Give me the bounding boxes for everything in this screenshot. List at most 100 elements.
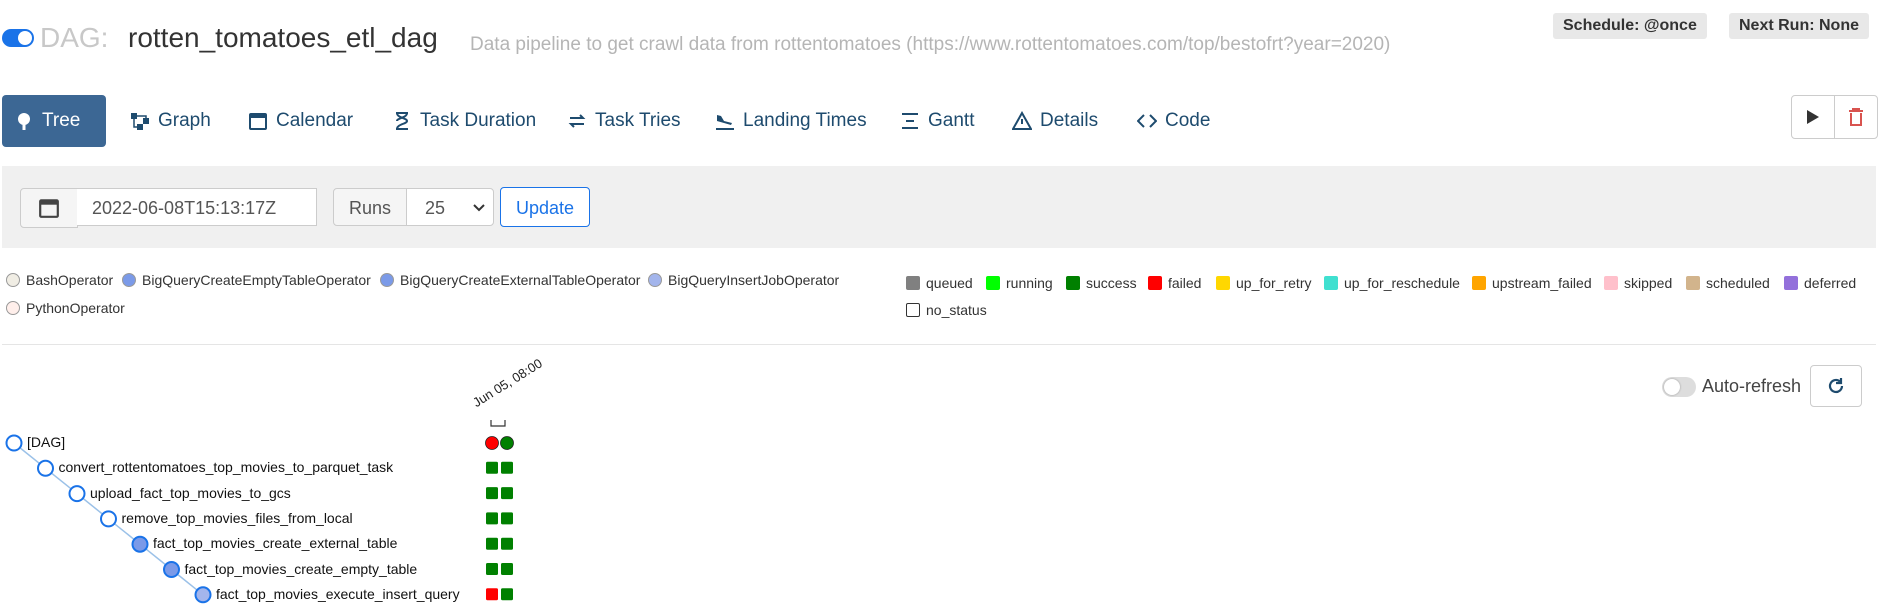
tab-task-tries[interactable]: Task Tries: [555, 95, 693, 147]
operator-swatch: [648, 273, 662, 287]
operator-swatch: [6, 273, 20, 287]
dag-run-circle-failed[interactable]: [485, 436, 499, 450]
schedule-badge[interactable]: Schedule: @once: [1553, 13, 1707, 39]
runs-select[interactable]: 25: [406, 188, 494, 226]
task-instance-square-success[interactable]: [501, 537, 513, 550]
tab-gantt[interactable]: Gantt: [888, 95, 986, 147]
operator-swatch: [122, 273, 136, 287]
task-instance-square-success[interactable]: [486, 537, 498, 550]
runs-value: 25: [425, 198, 446, 218]
tree-node[interactable]: [194, 586, 212, 604]
state-legend-item[interactable]: scheduled: [1686, 275, 1770, 291]
refresh-icon: [1828, 378, 1844, 394]
state-swatch: [1604, 276, 1618, 290]
tab-task-duration[interactable]: Task Duration: [380, 95, 548, 147]
state-name: success: [1086, 275, 1137, 291]
tab-label: Task Tries: [595, 110, 681, 131]
code-icon: [1137, 114, 1157, 128]
state-legend-item[interactable]: no_status: [906, 302, 987, 318]
operator-legend-item: BigQueryInsertJobOperator: [648, 272, 839, 288]
base-date-input[interactable]: 2022-06-08T15:13:17Z: [77, 188, 317, 226]
state-swatch: [1216, 276, 1230, 290]
operator-name: BashOperator: [26, 272, 114, 288]
dag-title: rotten_tomatoes_etl_dag: [128, 22, 438, 53]
state-legend-item[interactable]: success: [1066, 275, 1137, 291]
state-legend-item[interactable]: skipped: [1604, 275, 1672, 291]
task-instance-square-success[interactable]: [486, 461, 498, 474]
state-swatch: [1066, 276, 1080, 290]
task-instance-square-success[interactable]: [501, 461, 513, 474]
tree-node[interactable]: [100, 510, 117, 528]
task-instance-square-failed[interactable]: [486, 588, 498, 601]
state-legend-item[interactable]: up_for_retry: [1216, 275, 1311, 291]
task-label[interactable]: fact_top_movies_create_empty_table: [185, 561, 418, 577]
task-instance-square-success[interactable]: [501, 512, 513, 525]
state-legend-item[interactable]: up_for_reschedule: [1324, 275, 1460, 291]
tab-details[interactable]: Details: [1000, 95, 1110, 147]
operator-name: BigQueryInsertJobOperator: [668, 272, 840, 288]
state-name: up_for_retry: [1236, 275, 1312, 291]
tab-code[interactable]: Code: [1125, 95, 1222, 147]
warning-triangle-icon: [1012, 111, 1032, 130]
update-button[interactable]: Update: [500, 187, 590, 227]
tab-landing-times[interactable]: Landing Times: [703, 95, 879, 147]
task-label[interactable]: fact_top_movies_create_external_table: [153, 535, 397, 551]
task-instance-square-success[interactable]: [501, 563, 513, 575]
gantt-icon: [902, 113, 918, 129]
refresh-button[interactable]: [1810, 365, 1862, 407]
dag-description: Data pipeline to get crawl data from rot…: [470, 34, 1391, 55]
state-legend-item[interactable]: deferred: [1784, 275, 1856, 291]
tab-label: Graph: [158, 110, 211, 131]
state-name: failed: [1168, 275, 1202, 291]
tab-label: Calendar: [276, 110, 354, 131]
state-legend-item[interactable]: running: [986, 275, 1053, 291]
state-legend-item[interactable]: upstream_failed: [1472, 275, 1592, 291]
state-name: deferred: [1804, 275, 1857, 291]
state-swatch: [1324, 276, 1338, 290]
state-name: skipped: [1624, 275, 1673, 291]
tab-label: Details: [1040, 110, 1099, 131]
dag-pause-toggle[interactable]: [2, 29, 34, 47]
task-instance-square-success[interactable]: [501, 588, 513, 601]
tab-calendar[interactable]: Calendar: [236, 95, 365, 147]
tab-tree[interactable]: Tree: [2, 95, 106, 147]
task-label[interactable]: convert_rottentomatoes_top_movies_to_par…: [59, 459, 394, 475]
dag-node-label[interactable]: [DAG]: [27, 434, 65, 450]
state-name: scheduled: [1706, 275, 1770, 291]
tree-node[interactable]: [163, 561, 180, 578]
plane-landing-icon: [716, 115, 734, 130]
task-instance-square-success[interactable]: [486, 563, 498, 575]
operator-name: BigQueryCreateEmptyTableOperator: [142, 272, 371, 288]
divider: [2, 344, 1876, 345]
date-picker-button[interactable]: [20, 188, 78, 228]
tab-graph[interactable]: Graph: [118, 95, 223, 147]
state-name: upstream_failed: [1492, 275, 1592, 291]
operator-legend-item: BigQueryCreateEmptyTableOperator: [122, 272, 371, 288]
calendar-icon: [39, 199, 59, 218]
delete-dag-button[interactable]: [1834, 96, 1877, 138]
auto-refresh-toggle[interactable]: [1662, 377, 1696, 397]
state-swatch: [1784, 276, 1798, 290]
dag-run-circle-success[interactable]: [500, 436, 514, 450]
state-legend-item[interactable]: failed: [1148, 275, 1201, 291]
task-label[interactable]: fact_top_movies_execute_insert_query: [216, 586, 460, 602]
task-label[interactable]: remove_top_movies_files_from_local: [122, 510, 353, 526]
tree-node[interactable]: [37, 459, 54, 477]
state-name: queued: [926, 275, 973, 291]
state-legend-item[interactable]: queued: [906, 275, 973, 291]
tree-icon: [18, 113, 30, 130]
trigger-dag-button[interactable]: [1792, 96, 1834, 138]
trash-icon: [1849, 108, 1863, 126]
dag-actions: [1791, 95, 1878, 139]
state-name: running: [1006, 275, 1053, 291]
task-instance-square-success[interactable]: [501, 487, 513, 500]
state-swatch: [906, 276, 920, 290]
tree-node[interactable]: [131, 535, 149, 553]
task-label[interactable]: upload_fact_top_movies_to_gcs: [90, 485, 291, 501]
task-instance-square-success[interactable]: [486, 487, 498, 500]
task-instance-square-success[interactable]: [486, 512, 498, 525]
state-swatch: [1472, 276, 1486, 290]
tree-node[interactable]: [68, 485, 86, 503]
tree-node[interactable]: [5, 434, 23, 452]
operator-name: PythonOperator: [26, 300, 125, 316]
